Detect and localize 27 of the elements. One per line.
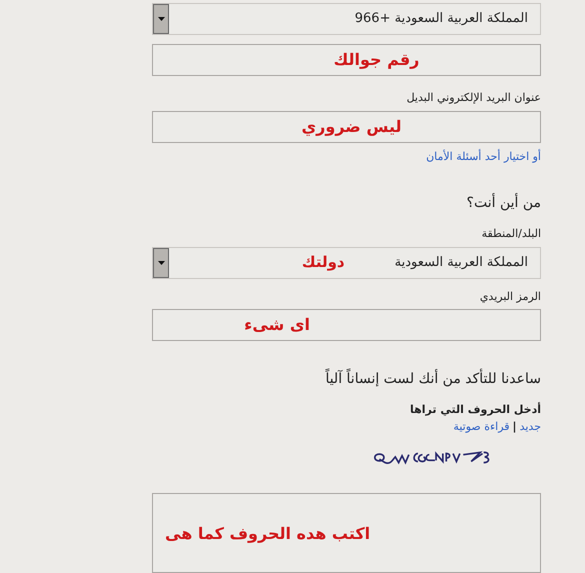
dropdown[interactable]: المملكة العربية السعودية دولتك [152, 246, 541, 278]
section-heading: ساعدنا للتأكد من أنك لست إنساناً آلياً [325, 369, 541, 390]
dropdown-value: المملكة العربية السعودية [394, 254, 528, 272]
instruction-text: أدخل الحروف التي تراها [410, 402, 541, 418]
dropdown-arrow-button[interactable] [153, 248, 169, 278]
section-heading: من أين أنت؟ [466, 193, 541, 213]
annotation-text: اكتب هده الحروف كما هى [165, 523, 370, 545]
input-field[interactable]: اكتب هده الحروف كما هى [152, 493, 541, 573]
annotation-text: رقم جوالك [334, 49, 420, 71]
dropdown-value: المملكة العربية السعودية +966 [354, 10, 528, 28]
annotation-text: دولتك [302, 252, 345, 274]
audio-captcha-link[interactable]: قراءة صوتية [453, 418, 510, 435]
input-field[interactable]: اى شىء [152, 309, 541, 341]
annotation-text: ليس ضروري [302, 116, 402, 138]
security-questions-link[interactable]: أو اختيار أحد أسئلة الأمان [426, 148, 541, 165]
field-label: البلد/المنطقة [482, 226, 541, 242]
field-label: الرمز البريدي [480, 288, 541, 305]
link-separator: | [512, 418, 517, 435]
annotation-text: اى شىء [244, 314, 310, 336]
caret-down-icon [158, 260, 164, 264]
input-field[interactable]: ليس ضروري [152, 110, 541, 142]
field-label: عنوان البريد الإلكتروني البديل [406, 90, 541, 106]
caret-down-icon [158, 17, 164, 21]
dropdown-arrow-button[interactable] [153, 4, 169, 34]
dropdown[interactable]: المملكة العربية السعودية +966 [152, 3, 541, 35]
input-field[interactable]: رقم جوالك [152, 44, 541, 76]
new-captcha-link[interactable]: جديد [520, 418, 541, 435]
